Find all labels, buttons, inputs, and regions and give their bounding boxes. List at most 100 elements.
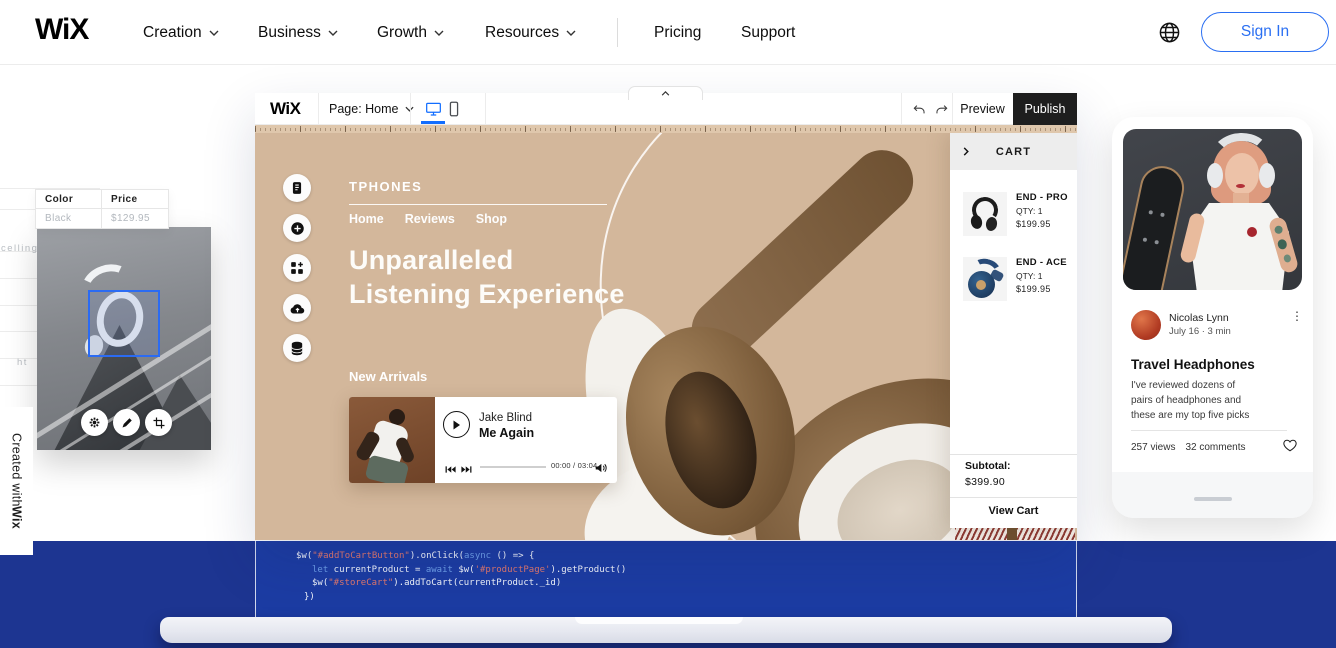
- mobile-view-toggle[interactable]: [441, 93, 467, 125]
- nav-item-business[interactable]: Business: [258, 0, 338, 65]
- col-header-price: Price: [111, 193, 138, 205]
- next-track-button[interactable]: [461, 461, 472, 479]
- redo-button[interactable]: [929, 93, 953, 125]
- play-icon: [453, 420, 460, 429]
- post-title: Travel Headphones: [1131, 357, 1255, 372]
- fabric-stripes: [1017, 526, 1075, 540]
- skateboard: [1123, 162, 1189, 290]
- code-line: }): [304, 591, 315, 602]
- nav-item-growth[interactable]: Growth: [377, 0, 444, 65]
- site-nav-link-home[interactable]: Home: [349, 212, 384, 226]
- editor-toolbar: WiX Page: Home Preview Publish: [255, 86, 1077, 125]
- headphone-cup: [1259, 163, 1275, 188]
- tshirt: [1189, 203, 1289, 290]
- phone-footer: [1112, 472, 1313, 518]
- subtotal-value: $399.90: [965, 476, 1006, 488]
- language-button[interactable]: [1158, 21, 1181, 44]
- music-player-card: Jake Blind Me Again 00:00 / 03:04: [349, 397, 617, 483]
- kebab-menu-icon[interactable]: ⋮: [1291, 310, 1303, 322]
- new-arrivals-label: New Arrivals: [349, 369, 428, 384]
- player-track: Me Again: [479, 426, 535, 440]
- phone-mockup: Nicolas Lynn July 16 · 3 min ⋮ Travel He…: [1112, 117, 1313, 518]
- player-artist: Jake Blind: [479, 412, 533, 424]
- next-icon: [461, 466, 472, 473]
- redo-icon: [935, 104, 947, 113]
- crop-button[interactable]: [145, 409, 172, 436]
- add-element-button[interactable]: [283, 214, 311, 242]
- nav-item-resources[interactable]: Resources: [485, 0, 576, 65]
- nav-item-pricing[interactable]: Pricing: [654, 0, 701, 65]
- code-line: $w("#storeCart").addToCart(currentProduc…: [312, 578, 562, 588]
- volume-button[interactable]: [595, 460, 607, 478]
- preview-button[interactable]: Preview: [952, 93, 1013, 125]
- site-nav-link-reviews[interactable]: Reviews: [405, 212, 455, 226]
- blog-cover-photo: [1123, 129, 1302, 290]
- col-header-color: Color: [36, 190, 102, 208]
- chevron-down-icon: [209, 30, 219, 36]
- shirt-logo: [1247, 227, 1257, 237]
- undo-button[interactable]: [907, 93, 931, 125]
- heart-icon: [1283, 439, 1297, 452]
- caret-up-icon: [661, 91, 670, 96]
- product-qty: QTY: 1: [1016, 271, 1043, 281]
- cart-panel: CART END - PRO QTY: 1 $199.95 END - ACE QTY:…: [950, 133, 1077, 528]
- publish-button[interactable]: Publish: [1013, 93, 1077, 125]
- like-button[interactable]: [1283, 439, 1297, 457]
- product-thumbnail: [963, 192, 1007, 236]
- runner-photo: [349, 397, 435, 483]
- code-line: $w("#addToCartButton").onClick(async () …: [296, 551, 535, 561]
- author-avatar: [1131, 310, 1161, 340]
- product-thumbnail: [963, 257, 1007, 301]
- desktop-icon: [425, 102, 441, 116]
- pencil-icon: [122, 417, 132, 427]
- cms-database-button[interactable]: [283, 334, 311, 362]
- fabric-stripes: [955, 526, 1007, 540]
- views-count: 257 views: [1131, 442, 1176, 453]
- progress-bar[interactable]: [480, 466, 546, 468]
- color-price-table: Color Price Black $129.95: [35, 189, 169, 229]
- pages-panel-button[interactable]: [283, 174, 311, 202]
- selection-box[interactable]: [88, 290, 160, 357]
- laptop-base: [160, 617, 1172, 643]
- nav-item-creation[interactable]: Creation: [143, 0, 219, 65]
- nav-item-support[interactable]: Support: [741, 0, 795, 65]
- view-cart-button[interactable]: View Cart: [950, 505, 1077, 517]
- post-stats: 257 views 32 comments: [1131, 442, 1246, 453]
- table-header-row: Color Price: [36, 190, 168, 209]
- table-fragment-text: ht: [17, 357, 28, 368]
- gear-icon: [89, 417, 100, 428]
- site-nav: Home Reviews Shop: [349, 212, 507, 226]
- cart-header: CART: [950, 133, 1077, 170]
- post-meta: July 16 · 3 min: [1169, 326, 1231, 337]
- add-section-button[interactable]: [283, 254, 311, 282]
- site-nav-link-shop[interactable]: Shop: [476, 212, 507, 226]
- sign-in-button[interactable]: Sign In: [1201, 12, 1329, 52]
- editor-wix-logo: WiX: [270, 99, 301, 118]
- chevron-down-icon: [566, 30, 576, 36]
- crop-icon: [153, 417, 164, 428]
- table-fragment-text: celling: [1, 243, 39, 254]
- database-icon: [291, 341, 303, 355]
- page-selector[interactable]: Page: Home: [329, 93, 415, 125]
- author-name: Nicolas Lynn: [1169, 312, 1229, 324]
- product-qty: QTY: 1: [1016, 206, 1043, 216]
- post-excerpt: I've reviewed dozens of pairs of headphon…: [1131, 380, 1250, 421]
- collapse-tab[interactable]: [628, 86, 703, 100]
- code-panel: $w("#addToCartButton").onClick(async () …: [255, 541, 1077, 617]
- product-price: $199.95: [1016, 219, 1051, 229]
- cart-item[interactable]: END - ACE QTY: 1 $199.95: [963, 257, 1067, 301]
- comments-count: 32 comments: [1185, 442, 1246, 453]
- previous-track-button[interactable]: [445, 461, 456, 479]
- cart-item[interactable]: END - PRO QTY: 1 $199.95: [963, 192, 1068, 236]
- settings-button[interactable]: [81, 409, 108, 436]
- plus-circle-icon: [290, 221, 304, 235]
- edit-button[interactable]: [113, 409, 140, 436]
- undo-icon: [913, 104, 925, 113]
- media-upload-button[interactable]: [283, 294, 311, 322]
- home-indicator[interactable]: [1194, 497, 1232, 501]
- created-with-wix-badge: Created with Wix: [0, 407, 33, 555]
- player-time: 00:00 / 03:04: [551, 461, 598, 470]
- cell-price: $129.95: [111, 213, 150, 224]
- play-button[interactable]: [443, 411, 470, 438]
- grayscale-headphones-image: [37, 227, 211, 450]
